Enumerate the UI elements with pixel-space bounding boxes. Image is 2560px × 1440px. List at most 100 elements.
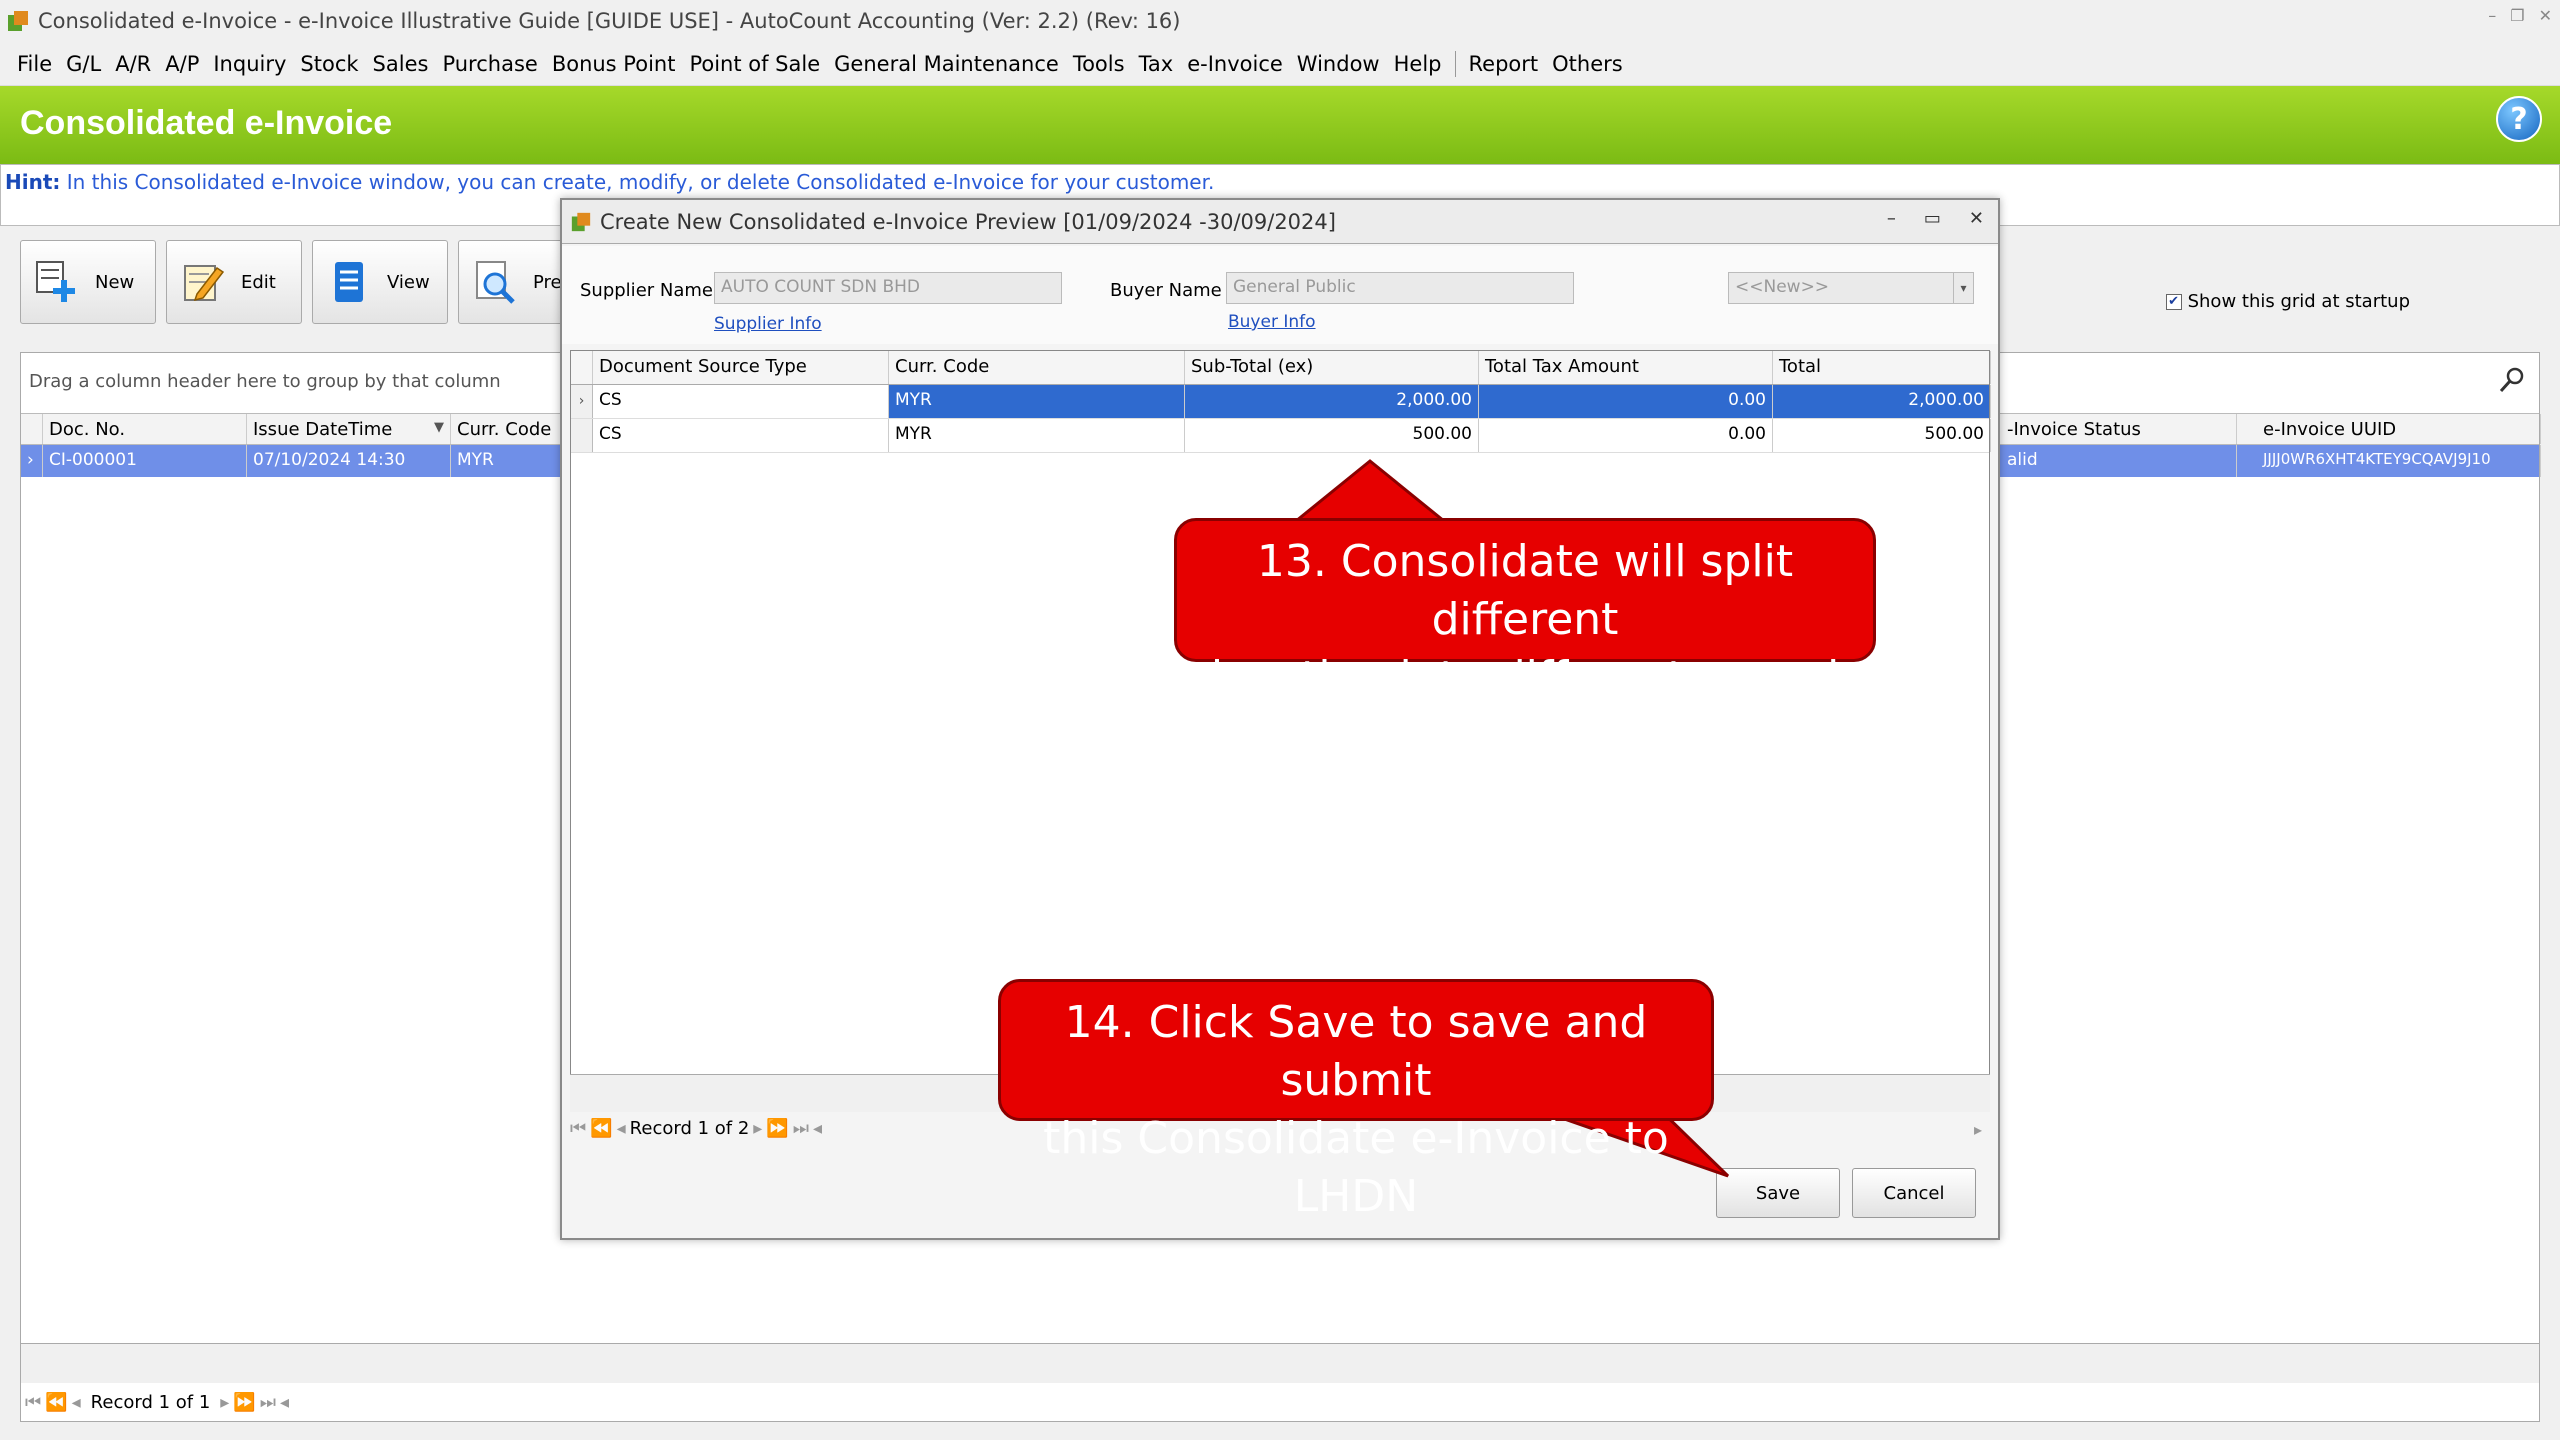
next-record-icon[interactable]: ▸ [220, 1392, 229, 1413]
prev-record-icon[interactable]: ◂ [72, 1392, 81, 1413]
column-curr-code[interactable]: Curr. Code [889, 351, 1185, 384]
menu-window[interactable]: Window [1290, 52, 1387, 76]
menu-tax[interactable]: Tax [1132, 52, 1181, 76]
dialog-close-icon[interactable]: ✕ [1969, 208, 1984, 229]
cell-sub-total[interactable]: 2,000.00 [1185, 385, 1479, 418]
cancel-button[interactable]: Cancel [1852, 1168, 1976, 1218]
row-indicator-header [571, 351, 593, 384]
view-button[interactable]: View [312, 240, 448, 324]
restore-icon[interactable]: ❐ [2510, 6, 2524, 25]
prev-page-icon[interactable]: ⏪ [590, 1118, 612, 1139]
menu-inquiry[interactable]: Inquiry [206, 52, 293, 76]
menu-bonus-point[interactable]: Bonus Point [545, 52, 683, 76]
buyer-name-field[interactable]: General Public [1226, 272, 1574, 304]
dialog-record-counter: Record 1 of 2 [629, 1118, 750, 1139]
main-toolbar: New Edit View Pre [20, 240, 594, 324]
table-row[interactable]: CS MYR 500.00 0.00 500.00 [571, 419, 1991, 453]
group-by-hint: Drag a column header here to group by th… [29, 371, 501, 392]
last-record-icon[interactable]: ⏭ [793, 1118, 809, 1139]
chevron-down-icon[interactable]: ▾ [1953, 273, 1973, 303]
menu-gl[interactable]: G/L [59, 52, 108, 76]
dialog-app-icon [571, 212, 591, 231]
dialog-record-navigator: ⏮ ⏪ ◂ Record 1 of 2 ▸ ⏩ ⏭ ◂ [570, 1118, 822, 1139]
supplier-name-field[interactable]: AUTO COUNT SDN BHD [714, 272, 1062, 304]
row-indicator-header [21, 414, 43, 444]
menu-sales[interactable]: Sales [366, 52, 436, 76]
table-row[interactable]: › CS MYR 2,000.00 0.00 2,000.00 [571, 385, 1991, 419]
dialog-maximize-icon[interactable]: ▭ [1924, 208, 1941, 229]
cell-curr-code[interactable]: MYR [451, 445, 571, 477]
menu-point-of-sale[interactable]: Point of Sale [682, 52, 827, 76]
next-page-icon[interactable]: ⏩ [233, 1392, 255, 1413]
column-document-source-type[interactable]: Document Source Type [593, 351, 889, 384]
preview-button-label: Pre [533, 271, 562, 293]
row-indicator-empty [571, 419, 593, 452]
buyer-name-label: Buyer Name [1110, 280, 1222, 301]
cell-source-type[interactable]: CS [593, 385, 889, 418]
menu-general-maintenance[interactable]: General Maintenance [827, 52, 1066, 76]
column-e-invoice-status[interactable]: -Invoice Status [2001, 414, 2237, 444]
next-page-icon[interactable]: ⏩ [766, 1118, 788, 1139]
menu-file[interactable]: File [10, 52, 59, 76]
first-record-icon[interactable]: ⏮ [25, 1392, 41, 1413]
column-total-tax-amount[interactable]: Total Tax Amount [1479, 351, 1773, 384]
dialog-minimize-icon[interactable]: – [1887, 208, 1896, 229]
page-title: Consolidated e-Invoice [20, 104, 393, 142]
cell-total[interactable]: 2,000.00 [1773, 385, 1991, 418]
record-counter: Record 1 of 1 [84, 1392, 217, 1413]
supplier-info-link[interactable]: Supplier Info [714, 314, 822, 334]
cell-issue-datetime[interactable]: 07/10/2024 14:30 [247, 445, 451, 477]
buyer-select-combo[interactable]: <<New>> ▾ [1728, 272, 1974, 304]
column-total[interactable]: Total [1773, 351, 1991, 384]
column-sub-total[interactable]: Sub-Total (ex) [1185, 351, 1479, 384]
menu-e-invoice[interactable]: e-Invoice [1180, 52, 1290, 76]
menu-help[interactable]: Help [1387, 52, 1449, 76]
cell-source-type[interactable]: CS [593, 419, 889, 452]
callout-13: 13. Consolidate will split different loc… [1174, 518, 1876, 703]
scroll-left-icon[interactable]: ◂ [813, 1118, 822, 1139]
menu-ar[interactable]: A/R [108, 52, 158, 76]
search-icon[interactable] [2497, 365, 2527, 395]
column-curr-code[interactable]: Curr. Code [451, 414, 571, 444]
magnifier-document-icon [471, 258, 519, 306]
cell-e-invoice-status[interactable]: alid [2001, 445, 2237, 477]
edit-button[interactable]: Edit [166, 240, 302, 324]
close-icon[interactable]: ✕ [2539, 6, 2552, 25]
save-button[interactable]: Save [1716, 1168, 1840, 1218]
cell-total-tax[interactable]: 0.00 [1479, 385, 1773, 418]
last-record-icon[interactable]: ⏭ [260, 1392, 276, 1413]
grid-footer [21, 1343, 2539, 1383]
first-record-icon[interactable]: ⏮ [570, 1118, 586, 1139]
cell-doc-no[interactable]: CI-000001 [43, 445, 247, 477]
menu-purchase[interactable]: Purchase [435, 52, 544, 76]
prev-page-icon[interactable]: ⏪ [45, 1392, 67, 1413]
record-navigator: ⏮ ⏪ ◂ Record 1 of 1 ▸ ⏩ ⏭ ◂ [25, 1392, 289, 1413]
checkbox-checked-icon[interactable]: ✔ [2165, 293, 2182, 310]
cell-total[interactable]: 500.00 [1773, 419, 1991, 452]
cell-e-invoice-uuid[interactable]: JJJJ0WR6XHT4KTEY9CQAVJ9J10 [2257, 445, 2541, 477]
column-issue-datetime[interactable]: Issue DateTime ▼ [247, 414, 451, 444]
column-doc-no[interactable]: Doc. No. [43, 414, 247, 444]
prev-record-icon[interactable]: ◂ [617, 1118, 626, 1139]
menu-bar: File G/L A/R A/P Inquiry Stock Sales Pur… [0, 42, 2560, 86]
cell-curr-code[interactable]: MYR [889, 419, 1185, 452]
menu-stock[interactable]: Stock [293, 52, 365, 76]
dialog-header-form: Supplier Name AUTO COUNT SDN BHD Supplie… [562, 246, 1998, 344]
cell-curr-code[interactable]: MYR [889, 385, 1185, 418]
menu-others[interactable]: Others [1545, 52, 1630, 76]
help-icon[interactable]: ? [2496, 96, 2542, 142]
scroll-left-icon[interactable]: ◂ [280, 1392, 289, 1413]
buyer-info-link[interactable]: Buyer Info [1228, 312, 1316, 332]
next-record-icon[interactable]: ▸ [753, 1118, 762, 1139]
minimize-icon[interactable]: – [2488, 6, 2496, 25]
column-e-invoice-uuid[interactable]: e-Invoice UUID [2257, 414, 2541, 444]
show-grid-startup[interactable]: ✔ Show this grid at startup [2165, 291, 2410, 312]
dialog-title: Create New Consolidated e-Invoice Previe… [600, 209, 1336, 234]
menu-report[interactable]: Report [1462, 52, 1546, 76]
scroll-right-icon[interactable]: ▸ [1974, 1120, 1982, 1139]
menu-ap[interactable]: A/P [158, 52, 206, 76]
menu-tools[interactable]: Tools [1066, 52, 1132, 76]
cell-sub-total[interactable]: 500.00 [1185, 419, 1479, 452]
new-button[interactable]: New [20, 240, 156, 324]
cell-total-tax[interactable]: 0.00 [1479, 419, 1773, 452]
